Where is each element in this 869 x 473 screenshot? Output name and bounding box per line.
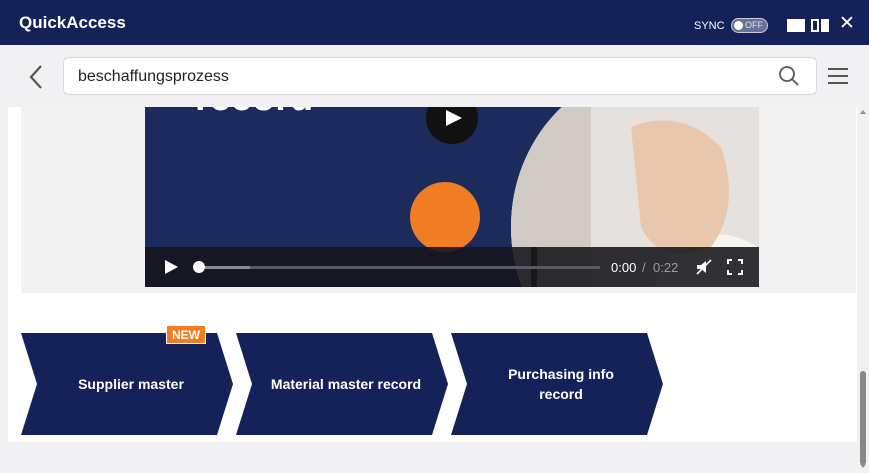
- new-badge: NEW: [166, 325, 206, 344]
- title-bar: QuickAccess SYNC OFF ✕: [0, 0, 869, 45]
- process-step-label: Supplier master: [78, 376, 184, 392]
- search-icon[interactable]: [778, 65, 800, 87]
- split-pane-view-icon[interactable]: [811, 19, 829, 32]
- video-play-overlay-button[interactable]: [426, 107, 478, 144]
- search-input-value: beschaffungsprozess: [78, 68, 229, 85]
- back-button[interactable]: [26, 63, 48, 91]
- app-title: QuickAccess: [19, 13, 126, 32]
- video-section: record: [21, 107, 856, 293]
- video-total-time: 0:22: [653, 260, 679, 275]
- scroll-down-arrow-icon[interactable]: [860, 464, 866, 468]
- process-step-supplier-master[interactable]: Supplier master: [21, 333, 233, 435]
- video-title-text: record: [195, 107, 313, 120]
- process-step-purchasing-info-record[interactable]: Purchasing info record: [451, 333, 663, 435]
- single-pane-view-icon[interactable]: [787, 19, 805, 32]
- sync-state: OFF: [745, 20, 763, 30]
- sync-label: SYNC: [694, 20, 725, 32]
- video-progress-handle[interactable]: [193, 261, 205, 273]
- close-icon[interactable]: ✕: [839, 14, 855, 33]
- decorative-orange-circle: [410, 182, 480, 252]
- content-area: record: [8, 107, 857, 442]
- play-icon[interactable]: [163, 259, 179, 275]
- chevron-left-icon: [29, 65, 42, 89]
- fullscreen-icon[interactable]: [727, 259, 743, 275]
- sync-toggle-knob: [734, 21, 743, 30]
- video-time-separator: /: [642, 260, 646, 275]
- process-step-label: Material master record: [270, 376, 422, 392]
- hamburger-menu-icon[interactable]: [827, 67, 849, 85]
- video-current-time: 0:00: [611, 260, 637, 275]
- video-controls: 0:00 / 0:22: [145, 247, 759, 287]
- process-step-label: Purchasing info record: [508, 366, 614, 402]
- search-input[interactable]: beschaffungsprozess: [63, 57, 817, 95]
- toolbar: beschaffungsprozess: [8, 45, 869, 107]
- video-progress-bar[interactable]: [195, 266, 600, 269]
- scrollbar-thumb[interactable]: [860, 371, 866, 465]
- scroll-up-arrow-icon[interactable]: [860, 110, 866, 114]
- video-player[interactable]: record: [145, 107, 759, 287]
- mute-icon[interactable]: [695, 258, 713, 276]
- process-step-material-master-record[interactable]: Material master record: [236, 333, 448, 435]
- sync-toggle[interactable]: OFF: [731, 18, 768, 33]
- vertical-scrollbar[interactable]: [857, 107, 869, 473]
